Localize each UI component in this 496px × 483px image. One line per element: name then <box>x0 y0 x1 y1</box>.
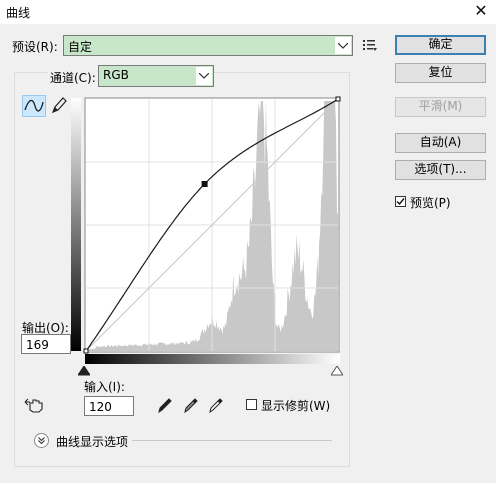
curve-point-tool-icon[interactable] <box>22 95 46 117</box>
curve-control-point[interactable] <box>335 96 341 102</box>
channel-label: 通道(C): <box>48 69 98 86</box>
input-gradient-bar <box>85 354 340 364</box>
output-field[interactable]: 169 <box>21 334 71 354</box>
preset-label: 预设(R): <box>12 40 58 54</box>
input-field[interactable]: 120 <box>84 396 134 416</box>
expand-chevron-icon[interactable] <box>34 433 49 448</box>
curve-display-options-label: 曲线显示选项 <box>56 435 129 449</box>
black-point-slider[interactable] <box>77 365 91 376</box>
curve-control-point[interactable] <box>83 348 89 354</box>
output-gradient-bar <box>71 98 81 351</box>
auto-button[interactable]: 自动(A) <box>395 133 486 153</box>
white-eyedropper-icon[interactable] <box>207 396 225 414</box>
white-point-slider[interactable] <box>330 365 344 376</box>
close-icon[interactable]: ✕ <box>470 1 492 21</box>
curve-graph[interactable] <box>83 96 341 354</box>
show-clipping-label: 显示修剪(W) <box>261 399 331 413</box>
pencil-tool-icon[interactable] <box>50 95 68 115</box>
input-label: 输入(I): <box>84 380 125 394</box>
channel-dropdown[interactable]: RGB <box>98 65 214 87</box>
curve-control-point[interactable] <box>201 181 208 187</box>
title-bar <box>0 0 496 24</box>
chevron-down-icon <box>196 67 212 85</box>
black-eyedropper-icon[interactable] <box>156 396 174 414</box>
preset-value: 自定 <box>68 40 93 54</box>
preset-dropdown[interactable]: 自定 <box>63 35 353 56</box>
divider <box>132 440 332 441</box>
preview-checkbox[interactable] <box>395 196 406 207</box>
channel-value: RGB <box>103 68 129 82</box>
reset-button[interactable]: 复位 <box>395 63 486 83</box>
ok-button[interactable]: 确定 <box>395 35 486 55</box>
window-title: 曲线 <box>6 6 31 20</box>
preview-label: 预览(P) <box>410 196 451 210</box>
on-image-adjust-hand-icon[interactable] <box>24 396 46 414</box>
smooth-button[interactable]: 平滑(M) <box>395 97 486 117</box>
options-button[interactable]: 选项(T)... <box>395 160 486 180</box>
gray-eyedropper-icon[interactable] <box>182 396 200 414</box>
preset-options-menu-icon[interactable] <box>362 37 378 53</box>
chevron-down-icon <box>335 37 351 54</box>
show-clipping-checkbox[interactable] <box>246 399 257 410</box>
